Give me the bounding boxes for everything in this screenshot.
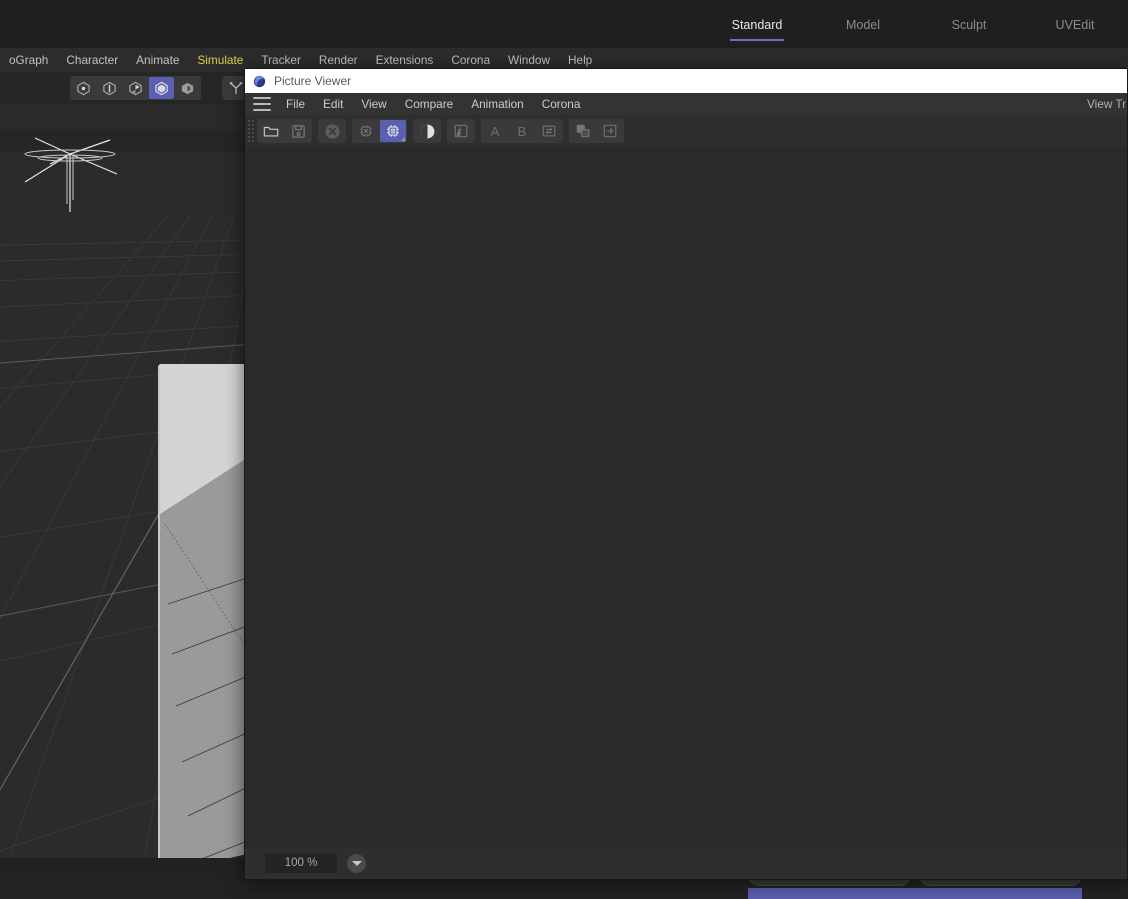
pv-menu-animation[interactable]: Animation <box>462 93 532 115</box>
cpu-render-icon[interactable] <box>380 120 406 142</box>
chevron-down-icon <box>351 860 362 866</box>
pv-menu-compare[interactable]: Compare <box>396 93 463 115</box>
layers-export-group <box>569 119 624 143</box>
slot-b-icon[interactable]: B <box>509 120 535 142</box>
swap-ab-icon[interactable] <box>536 120 562 142</box>
layers-icon[interactable] <box>570 120 596 142</box>
layout-tab-bar: Standard Model Sculpt UVEdit <box>704 18 1128 48</box>
pv-menu-file[interactable]: File <box>277 93 314 115</box>
compare-group <box>447 119 475 143</box>
slot-a-label: A <box>490 123 500 139</box>
contrast-icon[interactable] <box>414 120 440 142</box>
picture-viewer-statusbar: 100 % <box>245 847 1127 879</box>
picture-viewer-window[interactable]: Picture Viewer File Edit View Compare An… <box>244 68 1128 880</box>
contrast-group <box>413 119 441 143</box>
picture-viewer-menubar: File Edit View Compare Animation Corona <box>245 93 1127 115</box>
open-folder-icon[interactable] <box>258 120 284 142</box>
model-mode-icon[interactable] <box>149 77 174 99</box>
picture-viewer-toolbar: A B <box>245 115 1127 147</box>
toolbar-grip-handle[interactable] <box>247 119 255 143</box>
edges-mode-icon[interactable] <box>97 77 122 99</box>
slot-b-label: B <box>517 123 527 139</box>
export-icon[interactable] <box>597 120 623 142</box>
light-object-gizmo[interactable] <box>5 114 145 234</box>
file-tools-group <box>257 119 312 143</box>
app-topbar: Standard Model Sculpt UVEdit <box>0 0 1128 48</box>
dropdown-corner-indicator <box>401 137 405 141</box>
pv-menu-corona[interactable]: Corona <box>533 93 590 115</box>
menu-character[interactable]: Character <box>57 48 127 72</box>
pv-menu-edit[interactable]: Edit <box>314 93 352 115</box>
render-engine-group <box>352 119 407 143</box>
menu-mograph[interactable]: oGraph <box>0 48 57 72</box>
picture-viewer-canvas[interactable] <box>245 147 1127 847</box>
render-selected-row[interactable] <box>748 888 1082 899</box>
cinema4d-logo-icon <box>253 75 266 87</box>
stop-render-group <box>318 119 346 143</box>
layout-tab-sculpt[interactable]: Sculpt <box>942 18 996 41</box>
layout-tab-model[interactable]: Model <box>836 18 890 41</box>
layout-tab-uvedit[interactable]: UVEdit <box>1048 18 1102 41</box>
view-transform-label[interactable]: View Tr <box>1087 93 1127 115</box>
menu-animate[interactable]: Animate <box>127 48 188 72</box>
texture-mode-icon[interactable] <box>175 77 200 99</box>
hamburger-menu-icon[interactable] <box>253 97 271 111</box>
stop-render-icon[interactable] <box>319 120 345 142</box>
screen: Standard Model Sculpt UVEdit oGraph Char… <box>0 0 1128 899</box>
save-icon[interactable] <box>285 120 311 142</box>
compare-split-icon[interactable] <box>448 120 474 142</box>
pv-menu-view[interactable]: View <box>352 93 395 115</box>
menu-simulate[interactable]: Simulate <box>188 48 252 72</box>
points-mode-icon[interactable] <box>71 77 96 99</box>
ab-slots-group: A B <box>481 119 563 143</box>
picture-viewer-titlebar[interactable]: Picture Viewer <box>245 69 1127 93</box>
zoom-dropdown-button[interactable] <box>347 853 366 873</box>
layout-tab-standard[interactable]: Standard <box>730 18 784 41</box>
zoom-level-field[interactable]: 100 % <box>265 853 337 873</box>
cpu-disabled-icon[interactable] <box>353 120 379 142</box>
picture-viewer-title: Picture Viewer <box>274 74 352 88</box>
polygons-mode-icon[interactable] <box>123 77 148 99</box>
slot-a-icon[interactable]: A <box>482 120 508 142</box>
selection-mode-group <box>70 76 201 100</box>
